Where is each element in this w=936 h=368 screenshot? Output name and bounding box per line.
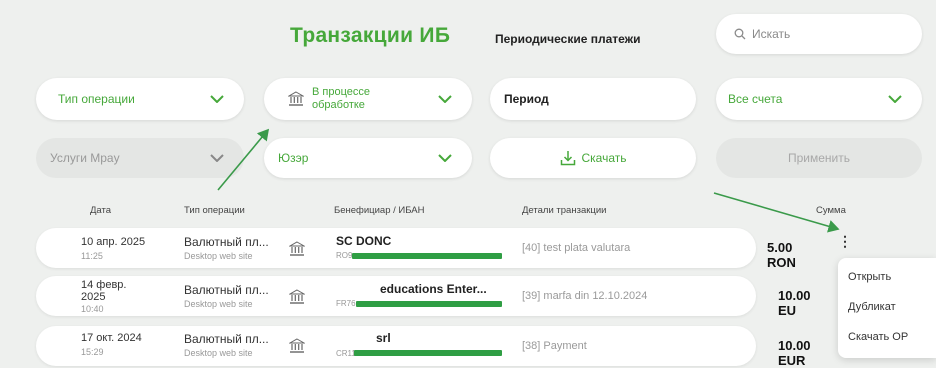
bank-icon [289, 241, 305, 256]
row-operation: Валютный пл... [184, 235, 269, 249]
column-header-details: Детали транзакции [522, 205, 607, 216]
column-header-operation-type: Тип операции [184, 205, 245, 216]
row-channel: Desktop web site [184, 251, 253, 261]
row-operation: Валютный пл... [184, 332, 269, 346]
row-channel: Desktop web site [184, 348, 253, 358]
row-beneficiary: SC DONC [336, 234, 392, 248]
column-header-beneficiary: Бенефициар / ИБАН [334, 205, 425, 216]
annotation-arrow-status [217, 128, 270, 191]
row-iban: CR11 [336, 349, 356, 358]
column-header-date: Дата [90, 205, 112, 216]
row-iban: FR76 [336, 299, 356, 308]
row-operation: Валютный пл... [184, 283, 269, 297]
table-row[interactable]: 10 апр. 2025 11:25 Валютный пл... Deskto… [36, 228, 852, 270]
table-row[interactable]: 17 окт. 2024 15:29 Валютный пл... Deskto… [36, 326, 811, 368]
row-date: 17 окт. 2024 [81, 332, 142, 344]
row-amount: 10.00 EU [778, 288, 811, 318]
row-date: 10 апр. 2025 [81, 236, 146, 248]
column-header-amount: Сумма [816, 205, 846, 216]
row-amount: 10.00 EUR [778, 338, 811, 368]
row-beneficiary: educations Enter... [380, 282, 487, 296]
row-time: 10:40 [81, 304, 104, 314]
row-time: 15:29 [81, 347, 104, 357]
row-iban: RO9 [336, 251, 353, 260]
iban-redaction-bar [352, 253, 502, 259]
row-amount: 5.00 RON [767, 240, 796, 270]
menu-item-duplicate[interactable]: Дубликат [848, 301, 896, 313]
table-row[interactable]: 14 февр. 2025 10:40 Валютный пл... Deskt… [36, 276, 811, 318]
bank-icon [289, 289, 305, 304]
row-time: 11:25 [81, 251, 103, 261]
iban-redaction-bar [356, 301, 502, 307]
iban-redaction-bar [354, 350, 502, 356]
menu-item-open[interactable]: Открыть [848, 271, 891, 283]
more-options-icon[interactable]: ⋮ [838, 234, 852, 248]
row-details: [40] test plata valutara [522, 242, 631, 254]
row-beneficiary: srl [376, 331, 391, 345]
row-date-year: 2025 [81, 291, 106, 303]
row-details: [39] marfa din 12.10.2024 [522, 290, 648, 302]
row-context-menu: Открыть Дубликат Скачать ОР [838, 258, 936, 358]
menu-item-download-op[interactable]: Скачать ОР [848, 331, 908, 343]
row-date: 14 февр. [81, 279, 127, 291]
bank-icon [289, 338, 305, 353]
row-channel: Desktop web site [184, 299, 253, 309]
row-details: [38] Payment [522, 340, 587, 352]
